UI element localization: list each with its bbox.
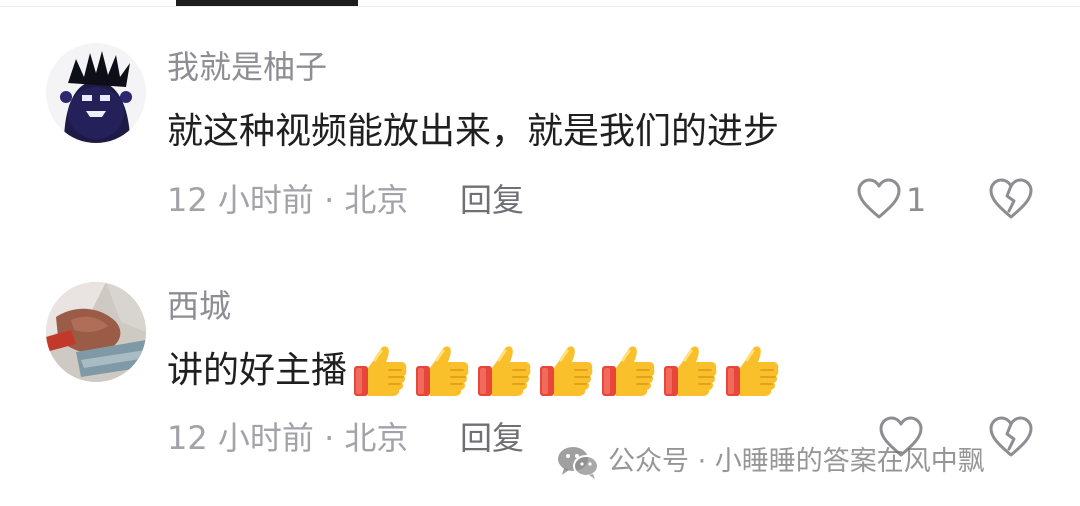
comment-text: 就这种视频能放出来，就是我们的进步 (167, 108, 779, 156)
comment-text-body: 就这种视频能放出来，就是我们的进步 (167, 111, 780, 152)
dislike-icon[interactable] (988, 416, 1034, 462)
comment-meta: 12 小时前 · 北京 (167, 181, 409, 219)
thumbs-up-emoji (664, 346, 717, 396)
wechat-icon (558, 447, 599, 479)
comment-username[interactable]: 西城 (167, 286, 231, 326)
avatar[interactable] (46, 43, 146, 143)
comment-text-body: 讲的好主播 (167, 350, 348, 391)
watermark: 公众号 · 小睡睡的答案在风中飘 (556, 442, 985, 482)
watermark-text: 公众号 · 小睡睡的答案在风中飘 (608, 446, 985, 477)
thumbs-up-emoji (354, 346, 407, 396)
thumbs-up-emoji (540, 346, 593, 396)
comment-meta: 12 小时前 · 北京 (167, 419, 409, 457)
reply-button[interactable]: 回复 (460, 180, 524, 220)
comment-username[interactable]: 我就是柚子 (167, 47, 327, 87)
dark-creature-avatar (46, 43, 146, 143)
comment-section: 我就是柚子 就这种视频能放出来，就是我们的进步 12 小时前 · 北京 回复 1 (0, 0, 1080, 506)
thumbs-up-emoji (726, 346, 779, 396)
like-count: 1 (906, 181, 927, 219)
avatar[interactable] (46, 282, 146, 382)
thumbs-up-emoji (478, 346, 531, 396)
reply-button[interactable]: 回复 (460, 418, 524, 458)
emoji-row (351, 342, 781, 400)
dislike-icon[interactable] (988, 178, 1034, 224)
thumbs-up-emoji (602, 346, 655, 396)
comment-text: 讲的好主播 (167, 342, 781, 400)
like-icon[interactable] (856, 178, 902, 224)
thumbs-up-emoji (416, 346, 469, 396)
photo-avatar (46, 282, 146, 382)
divider (0, 6, 1080, 7)
